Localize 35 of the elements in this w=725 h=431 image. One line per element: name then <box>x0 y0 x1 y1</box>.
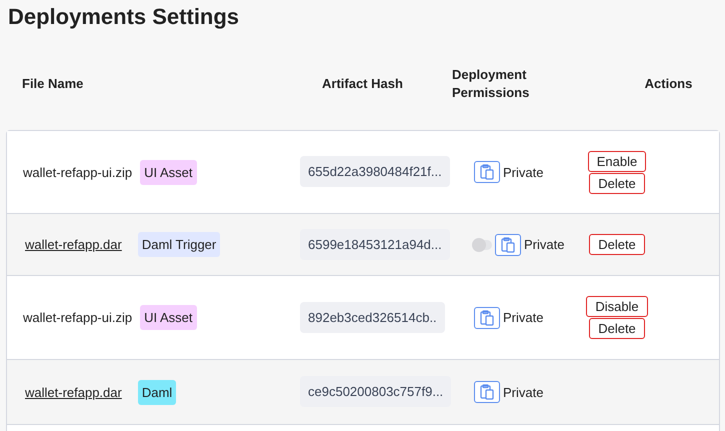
copy-button[interactable] <box>474 161 500 183</box>
artifact-hash: 655d22a3980484f21f... <box>300 156 450 187</box>
clipboard-icon <box>480 164 494 180</box>
page-title: Deployments Settings <box>7 3 240 31</box>
file-name: wallet-refapp-ui.zip <box>23 164 132 180</box>
file-link[interactable]: wallet-refapp.dar <box>25 237 122 252</box>
clipboard-icon <box>480 310 494 326</box>
artifact-hash: ce9c50200803c757f9... <box>300 376 452 407</box>
file-name: wallet-refapp-ui.zip <box>23 310 132 325</box>
action-button[interactable]: Enable <box>588 150 646 172</box>
copy-button[interactable] <box>474 381 500 403</box>
toggle-switch[interactable] <box>474 240 492 250</box>
type-tag: Daml <box>138 380 176 404</box>
type-tag: UI Asset <box>140 305 197 330</box>
action-button[interactable]: Delete <box>589 172 645 194</box>
column-header: Deployment Permissions <box>451 66 530 102</box>
copy-button[interactable] <box>495 234 521 256</box>
artifact-hash: 892eb3ced326514cb.. <box>300 302 445 332</box>
permission-label: Private <box>503 384 544 400</box>
type-tag: UI Asset <box>140 160 197 184</box>
permission-label: Private <box>503 164 544 180</box>
column-header: File Name <box>21 74 84 93</box>
clipboard-icon <box>480 384 494 400</box>
file-link[interactable]: wallet-refapp.dar <box>25 384 122 400</box>
type-tag: Daml Trigger <box>138 232 220 257</box>
artifact-hash: 6599e18453121a94d... <box>300 228 450 260</box>
action-button[interactable]: Delete <box>589 318 645 339</box>
clipboard-icon <box>501 236 515 252</box>
permission-label: Private <box>503 310 544 325</box>
column-header: Actions <box>644 74 694 93</box>
column-header: Artifact Hash <box>321 74 404 93</box>
copy-button[interactable] <box>474 306 500 328</box>
permission-label: Private <box>524 237 564 252</box>
action-button[interactable]: Delete <box>589 234 645 255</box>
action-button[interactable]: Disable <box>586 296 648 317</box>
